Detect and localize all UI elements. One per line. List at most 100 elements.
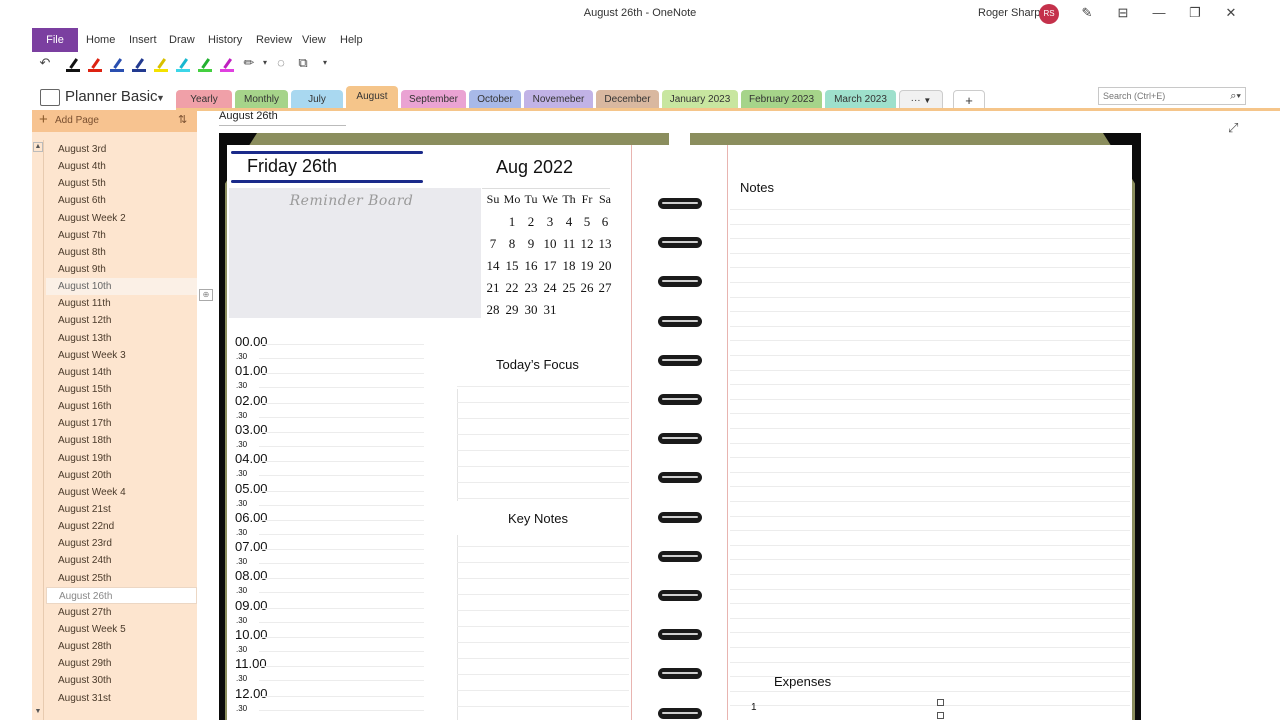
page-item[interactable]: August 18th (46, 432, 197, 449)
highlighter-green-icon[interactable] (198, 57, 212, 73)
page-item[interactable]: August 3rd (46, 141, 197, 158)
page-item[interactable]: August 25th (46, 570, 197, 587)
schedule-line (259, 387, 424, 389)
collapse-panel-icon[interactable]: ⊕ (199, 289, 213, 301)
notes-line (730, 340, 1130, 342)
tab-review[interactable]: Review (256, 34, 292, 46)
page-item[interactable]: August 12th (46, 312, 197, 329)
highlighter-cyan-icon[interactable] (176, 57, 190, 73)
tab-yearly[interactable]: Yearly (176, 90, 232, 110)
edge-left (219, 133, 225, 720)
notebook-name[interactable]: Planner Basic (65, 88, 158, 105)
page-item[interactable]: August Week 3 (46, 347, 197, 364)
highlighter-magenta-icon[interactable] (220, 57, 234, 73)
tab-august[interactable]: August (346, 86, 398, 110)
page-item[interactable]: August 28th (46, 638, 197, 655)
page-item[interactable]: August Week 4 (46, 484, 197, 501)
tab-novemeber[interactable]: Novemeber (524, 90, 593, 110)
tab-draw[interactable]: Draw (169, 34, 195, 46)
lasso-select-icon[interactable]: ◌ (270, 54, 292, 72)
page-item[interactable]: August Week 5 (46, 621, 197, 638)
page-item[interactable]: August 22nd (46, 518, 197, 535)
add-section-tab[interactable]: + (953, 90, 985, 110)
pen-red-icon[interactable] (88, 57, 102, 73)
hour-label: 10.00 (235, 627, 268, 642)
page-list: August 3rd August 4th August 5th August 6th… (46, 141, 197, 707)
pen-navy-icon[interactable] (132, 57, 146, 73)
tab-view[interactable]: View (302, 34, 326, 46)
page-item[interactable]: August 23rd (46, 535, 197, 552)
search-input[interactable]: Search (Ctrl+E) ⌕▾ (1098, 87, 1246, 105)
file-tab[interactable]: File (32, 28, 78, 52)
page-item[interactable]: August 7th (46, 227, 197, 244)
scroll-up-icon[interactable]: ▲ (33, 142, 43, 152)
page-item[interactable]: August 11th (46, 295, 197, 312)
minimize-icon[interactable]: — (1148, 4, 1170, 22)
page-item[interactable]: August 5th (46, 175, 197, 192)
page-item[interactable]: August 17th (46, 415, 197, 432)
user-name[interactable]: Roger Sharp (978, 7, 1040, 19)
planner-page: Friday 26th Reminder Board Aug 2022 Su Mo… (219, 133, 1141, 720)
expense-checkbox[interactable] (937, 699, 944, 706)
chevron-down-icon[interactable]: ▼ (156, 93, 165, 103)
tab-september[interactable]: September (401, 90, 466, 110)
notes-line (730, 617, 1130, 619)
page-title[interactable]: August 26th (219, 110, 278, 122)
restore-icon[interactable]: ❐ (1184, 4, 1206, 22)
page-item[interactable]: August 15th (46, 381, 197, 398)
page-item[interactable]: August 14th (46, 364, 197, 381)
tab-history[interactable]: History (208, 34, 242, 46)
page-item[interactable]: August 9th (46, 261, 197, 278)
tab-july[interactable]: July (291, 90, 343, 110)
page-item[interactable]: August 29th (46, 655, 197, 672)
page-item[interactable]: August 31st (46, 690, 197, 707)
pen-settings-icon[interactable]: ✎ (1076, 4, 1098, 22)
tab-insert[interactable]: Insert (129, 34, 157, 46)
add-space-icon[interactable]: ⧉ (292, 54, 314, 72)
tab-home[interactable]: Home (86, 34, 115, 46)
more-sections-label: ··· (910, 95, 921, 106)
page-item[interactable]: August 4th (46, 158, 197, 175)
page-list-scrollbar[interactable]: ▲ ▼ (32, 140, 44, 720)
page-item[interactable]: August 16th (46, 398, 197, 415)
calendar-day: 18 (562, 258, 576, 273)
tab-february-2023[interactable]: February 2023 (741, 90, 822, 110)
page-item[interactable]: August 8th (46, 244, 197, 261)
search-icon[interactable]: ⌕▾ (1230, 90, 1241, 103)
sort-icon[interactable]: ⇅ (178, 113, 187, 126)
tab-december[interactable]: December (596, 90, 659, 110)
page-item[interactable]: August 10th (46, 278, 197, 296)
pen-black-icon[interactable] (66, 57, 80, 73)
tab-january-2023[interactable]: January 2023 (662, 90, 738, 110)
right-sheet (729, 145, 1132, 720)
notes-line (730, 515, 1130, 517)
tab-monthly[interactable]: Monthly (235, 90, 288, 110)
scroll-down-icon[interactable]: ▼ (33, 708, 43, 718)
tab-march-2023[interactable]: March 2023 (825, 90, 896, 110)
page-item[interactable]: August 21st (46, 501, 197, 518)
page-item[interactable]: August 24th (46, 552, 197, 569)
page-item[interactable]: August 27th (46, 604, 197, 621)
page-item[interactable]: August Week 2 (46, 210, 197, 227)
expense-checkbox[interactable] (937, 712, 944, 719)
tab-october[interactable]: October (469, 90, 521, 110)
more-sections-tab[interactable]: ··· ▼ (899, 90, 943, 110)
page-item[interactable]: August 20th (46, 467, 197, 484)
ribbon-display-icon[interactable]: ⊟ (1112, 4, 1134, 22)
page-item[interactable]: August 26th (46, 586, 197, 604)
tab-help[interactable]: Help (340, 34, 363, 46)
schedule-line (259, 475, 424, 477)
undo-icon[interactable]: ↶ (34, 54, 56, 72)
notebook-icon[interactable] (40, 89, 60, 106)
page-item[interactable]: August 30th (46, 672, 197, 689)
page-item[interactable]: August 13th (46, 330, 197, 347)
highlighter-yellow-icon[interactable] (154, 57, 168, 73)
avatar[interactable]: RS (1039, 4, 1059, 24)
page-item[interactable]: August 19th (46, 450, 197, 467)
close-icon[interactable]: ✕ (1220, 4, 1242, 22)
page-item[interactable]: August 6th (46, 192, 197, 209)
expand-icon[interactable]: ⤢ (1228, 120, 1238, 136)
pen-blue-icon[interactable] (110, 57, 124, 73)
customize-toolbar-icon[interactable]: ▾ (314, 54, 336, 72)
add-page-button[interactable]: + Add Page ⇅ (32, 110, 197, 132)
